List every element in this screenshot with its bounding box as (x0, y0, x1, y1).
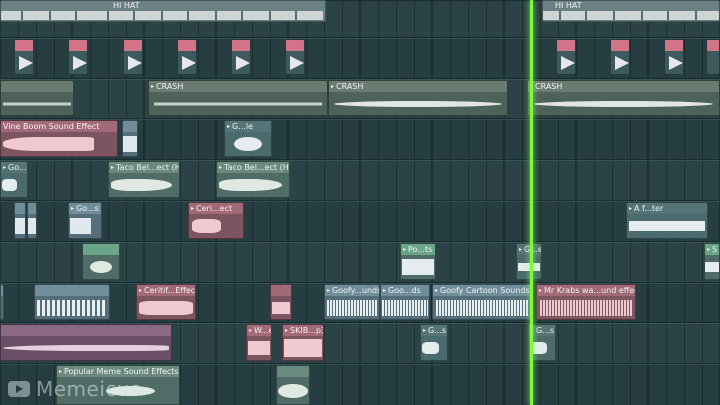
hihat-pattern (543, 11, 719, 20)
clip-ge[interactable]: ▸G...e (516, 243, 542, 280)
clip-label: Go...s (76, 204, 99, 213)
clip-label: G...le (232, 122, 253, 131)
clip-label: G...s (428, 326, 447, 335)
clip-label: Goofy...unds (332, 286, 379, 295)
clip-gos-2[interactable]: ▸ Go...s (68, 202, 102, 239)
clip-goo-ds[interactable]: ▸ Goo...ds (380, 284, 430, 320)
clip-taco-bell-2[interactable]: ▸Taco Bel...ect (HD) (216, 161, 290, 198)
clip-hat-hit[interactable] (556, 39, 576, 75)
clip-label: S (712, 245, 718, 254)
clip-hat-hit[interactable] (123, 39, 143, 75)
clip-hat-hit[interactable] (285, 39, 305, 75)
clip-a-fter[interactable]: ▸ A f...ter (626, 202, 708, 239)
clip-multi[interactable] (34, 284, 110, 320)
clip-label: Goofy Cartoon Sounds (440, 286, 530, 295)
clip-pink-short[interactable] (270, 284, 292, 320)
clip-label: Vine Boom Sound Effect (3, 122, 100, 131)
clip-hihat-2[interactable]: HI HAT (542, 0, 720, 22)
clip-ceritif[interactable]: ▸ Ceritif...Effect (136, 284, 196, 320)
clip-label: G...s (536, 326, 555, 335)
clip-label: SKIB...p3 (290, 326, 323, 335)
clip-green-b[interactable] (82, 243, 120, 280)
clip-skib[interactable]: ▸ SKIB...p3 (282, 324, 324, 361)
clip-crash-0[interactable] (0, 80, 74, 116)
clip-label: HI HAT (113, 1, 140, 10)
clip-s[interactable]: ▸ S (704, 243, 720, 280)
clip-label: Ceri...ect (196, 204, 233, 213)
clip-label: Ceritif...Effect (144, 286, 195, 295)
clip-gs-1[interactable]: ▸ G...s (420, 324, 448, 361)
clip-hat-hit[interactable] (664, 39, 684, 75)
play-icon (8, 381, 30, 397)
clip-ceri[interactable]: ▸ Ceri...ect (188, 202, 244, 239)
clip-short-b[interactable] (27, 202, 37, 239)
clip-long-pink[interactable] (0, 324, 172, 361)
clip-edge[interactable] (0, 284, 4, 320)
clip-w-e[interactable]: ▸W...e (246, 324, 272, 361)
clip-hat-hit[interactable] (68, 39, 88, 75)
clip-label: Taco Bel...ect (HD) (224, 163, 289, 172)
clip-vine-short[interactable] (122, 120, 138, 157)
clip-goofy-cartoon[interactable]: ▸ Goofy Cartoon Sounds (432, 284, 532, 320)
clip-goofy-unds[interactable]: ▸ Goofy...unds (324, 284, 380, 320)
clip-label: HI HAT (555, 1, 582, 10)
clip-label: W...e (254, 326, 271, 335)
clip-hihat-1[interactable]: HI HAT (0, 0, 326, 22)
clip-label: Go...s (8, 163, 27, 172)
clip-crash-1[interactable]: ▸ CRASH (148, 80, 328, 116)
clip-label: Goo...ds (388, 286, 421, 295)
clip-label: Popular Meme Sound Effects (64, 367, 179, 376)
clip-label: CRASH (156, 82, 184, 91)
clip-pots[interactable]: ▸ Po...ts (400, 243, 436, 280)
watermark-text: Memeicus (36, 377, 141, 401)
clip-meme-short[interactable] (276, 365, 310, 405)
clip-label: Mr Krabs wa...und effect (544, 286, 635, 295)
clip-label: CRASH (535, 82, 563, 91)
clip-gle[interactable]: ▸ G...le (224, 120, 272, 157)
hihat-pattern (1, 11, 323, 20)
clip-taco-bell-1[interactable]: ▸Taco Bel...ect (HD) (108, 161, 180, 198)
clip-label: Po...ts (408, 245, 433, 254)
clip-hat-hit[interactable] (706, 39, 720, 75)
clip-hat-hit[interactable] (610, 39, 630, 75)
clip-hat-hit[interactable] (231, 39, 251, 75)
clip-label: CRASH (336, 82, 364, 91)
playlist-view: HI HAT HI HAT ▸CRASH ▸CRASH ▸CRASH (0, 0, 720, 405)
clip-label: A f...ter (634, 204, 664, 213)
clip-crash-2[interactable]: ▸ CRASH (328, 80, 508, 116)
clip-hat-hit[interactable] (14, 39, 34, 75)
clip-vine-boom[interactable]: Vine Boom Sound Effect (0, 120, 118, 157)
clip-mr-krabs[interactable]: ▸ Mr Krabs wa...und effect (536, 284, 636, 320)
clip-hat-hit[interactable] (177, 39, 197, 75)
track-lane-ceri (0, 200, 720, 243)
clip-crash-3[interactable]: ▸CRASH (527, 80, 720, 116)
watermark: Memeicus (8, 377, 141, 401)
clip-gos-1[interactable]: ▸Go...s (0, 161, 28, 198)
clip-short-a[interactable] (14, 202, 26, 239)
clip-label: Taco Bel...ect (HD) (116, 163, 179, 172)
playhead-marker[interactable] (530, 0, 533, 405)
